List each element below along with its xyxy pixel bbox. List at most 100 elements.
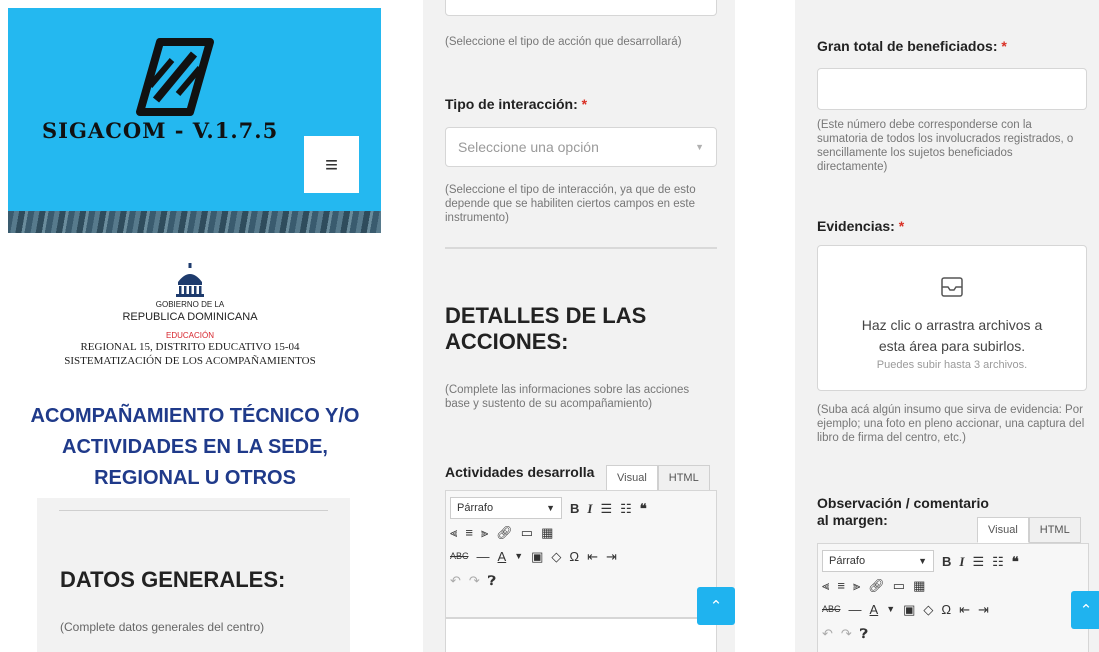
editor-toolbar: Párrafo ▼ B I ☰ ☷ ❝ ⫷ ≡ ⫸ 🔗︎ ▭ ▦ ABC — A… [445, 490, 717, 618]
divider [445, 247, 717, 249]
chevron-down-icon[interactable]: ▼ [514, 551, 523, 561]
redo-icon[interactable]: ↷ [841, 627, 852, 640]
paste-text-icon[interactable]: ▣ [903, 603, 915, 616]
detalles-hint: (Complete las informaciones sobre las ac… [445, 384, 690, 410]
file-dropzone[interactable]: Haz clic o arrastra archivos a esta área… [817, 245, 1087, 391]
page-headline: ACOMPAÑAMIENTO TÉCNICO Y/O ACTIVIDADES E… [30, 405, 360, 489]
numbered-list-icon[interactable]: ☷ [992, 555, 1004, 568]
help-icon[interactable]: ❓︎ [860, 627, 868, 640]
scroll-top-button[interactable]: ⌃ [1071, 591, 1099, 629]
align-right-icon[interactable]: ⫸ [481, 526, 488, 539]
undo-icon[interactable]: ↶ [450, 574, 461, 587]
editor-tabs: Visual HTML [606, 465, 710, 491]
strikethrough-icon[interactable]: ABC [822, 604, 841, 614]
help-icon[interactable]: ❓︎ [488, 574, 496, 587]
chevron-down-icon: ▼ [695, 142, 704, 152]
required-mark: * [1001, 38, 1007, 54]
interaccion-label: Tipo de interacción: * [445, 96, 588, 112]
actividades-editor[interactable] [445, 618, 717, 652]
accion-hint: (Seleccione el tipo de acción que desarr… [445, 36, 682, 48]
bullet-list-icon[interactable]: ☰ [972, 555, 984, 568]
chevron-down-icon: ▼ [918, 556, 927, 566]
chevron-up-icon: ⌃ [1079, 602, 1093, 619]
accion-select[interactable] [445, 0, 717, 16]
bullet-list-icon[interactable]: ☰ [600, 502, 612, 515]
required-mark: * [898, 218, 905, 234]
redo-icon[interactable]: ↷ [469, 574, 480, 587]
bold-icon[interactable]: B [570, 502, 579, 515]
text-color-icon[interactable]: A [498, 550, 507, 563]
link-icon[interactable]: 🔗︎ [496, 526, 513, 539]
special-character-icon[interactable]: Ω [941, 603, 951, 616]
chevron-down-icon[interactable]: ▼ [886, 604, 895, 614]
chevron-up-icon: ⌃ [709, 598, 723, 615]
gov-line-regional: REGIONAL 15, DISTRITO EDUCATIVO 15-04 [80, 341, 300, 353]
italic-icon[interactable]: I [959, 555, 964, 568]
outdent-icon[interactable]: ⇤ [959, 603, 970, 616]
gov-line-sistematizacion: SISTEMATIZACIÓN DE LOS ACOMPAÑAMIENTOS [64, 355, 316, 367]
interaccion-select[interactable]: Seleccione una opción ▼ [445, 127, 717, 167]
right-column: Gran total de beneficiados: * (Este núme… [795, 0, 1099, 652]
tab-html[interactable]: HTML [1028, 517, 1081, 543]
horizontal-rule-icon[interactable]: — [477, 550, 490, 563]
text-color-icon[interactable]: A [870, 603, 879, 616]
scroll-top-button[interactable]: ⌃ [697, 587, 735, 625]
hamburger-icon: ≡ [325, 151, 338, 177]
evidencias-hint: (Suba acá algún insumo que sirva de evid… [817, 404, 1085, 444]
clear-formatting-icon[interactable]: ◇ [923, 603, 933, 616]
gov-line-education: EDUCACIÓN [165, 331, 214, 340]
inbox-icon [818, 276, 1086, 303]
beneficiados-label: Gran total de beneficiados: * [817, 38, 1007, 54]
align-center-icon[interactable]: ≡ [465, 526, 473, 539]
special-character-icon[interactable]: Ω [569, 550, 579, 563]
national-seal-icon [176, 263, 204, 297]
chevron-down-icon: ▼ [546, 503, 555, 513]
observacion-label: Observación / comentario al margen: [817, 495, 989, 528]
clear-formatting-icon[interactable]: ◇ [551, 550, 561, 563]
horizontal-rule-icon[interactable]: — [849, 603, 862, 616]
read-more-icon[interactable]: ▭ [893, 579, 905, 592]
blockquote-icon[interactable]: ❝ [1012, 555, 1019, 568]
middle-column: (Seleccione el tipo de acción que desarr… [423, 0, 735, 652]
indent-icon[interactable]: ⇥ [606, 550, 617, 563]
editor-tabs: Visual HTML [977, 517, 1081, 543]
align-right-icon[interactable]: ⫸ [853, 579, 860, 592]
required-mark: * [581, 96, 588, 112]
align-center-icon[interactable]: ≡ [837, 579, 845, 592]
tab-html[interactable]: HTML [657, 465, 710, 491]
section-title-detalles: DETALLES DE LAS ACCIONES: [445, 303, 647, 354]
datos-generales-hint: (Complete datos generales del centro) [60, 620, 265, 634]
italic-icon[interactable]: I [587, 502, 592, 515]
numbered-list-icon[interactable]: ☷ [620, 502, 632, 515]
tab-visual[interactable]: Visual [977, 517, 1029, 543]
format-select[interactable]: Párrafo ▼ [822, 550, 934, 572]
brand-header: SIGACOM - V.1.7.5 ≡ [8, 8, 381, 233]
datos-generales-card: DATOS GENERALES: (Complete datos general… [37, 498, 350, 652]
menu-button[interactable]: ≡ [304, 136, 359, 193]
dropzone-text: Haz clic o arrastra archivos a esta área… [861, 317, 1043, 354]
outdent-icon[interactable]: ⇤ [587, 550, 598, 563]
align-left-icon[interactable]: ⫷ [450, 526, 457, 539]
undo-icon[interactable]: ↶ [822, 627, 833, 640]
sigacom-logo-icon [136, 38, 214, 116]
blockquote-icon[interactable]: ❝ [640, 502, 647, 515]
indent-icon[interactable]: ⇥ [978, 603, 989, 616]
beneficiados-input[interactable] [817, 68, 1087, 110]
read-more-icon[interactable]: ▭ [521, 526, 533, 539]
divider [59, 510, 328, 511]
toolbar-toggle-icon[interactable]: ▦ [541, 526, 553, 539]
strikethrough-icon[interactable]: ABC [450, 551, 469, 561]
app-title: SIGACOM - V.1.7.5 [42, 118, 279, 143]
align-left-icon[interactable]: ⫷ [822, 579, 829, 592]
interaccion-hint: (Seleccione el tipo de interacción, ya q… [445, 184, 696, 224]
tab-visual[interactable]: Visual [606, 465, 658, 491]
bold-icon[interactable]: B [942, 555, 951, 568]
paste-text-icon[interactable]: ▣ [531, 550, 543, 563]
link-icon[interactable]: 🔗︎ [868, 579, 885, 592]
left-column: SIGACOM - V.1.7.5 ≡ GOBIERNO DE LA REPUB… [0, 0, 385, 652]
gov-line-1: GOBIERNO DE LA [155, 300, 225, 309]
editor-toolbar: Párrafo ▼ B I ☰ ☷ ❝ ⫷ ≡ ⫸ 🔗︎ ▭ ▦ ABC — A… [817, 543, 1089, 652]
beneficiados-hint: (Este número debe corresponderse con la … [817, 119, 1074, 173]
toolbar-toggle-icon[interactable]: ▦ [913, 579, 925, 592]
format-select[interactable]: Párrafo ▼ [450, 497, 562, 519]
